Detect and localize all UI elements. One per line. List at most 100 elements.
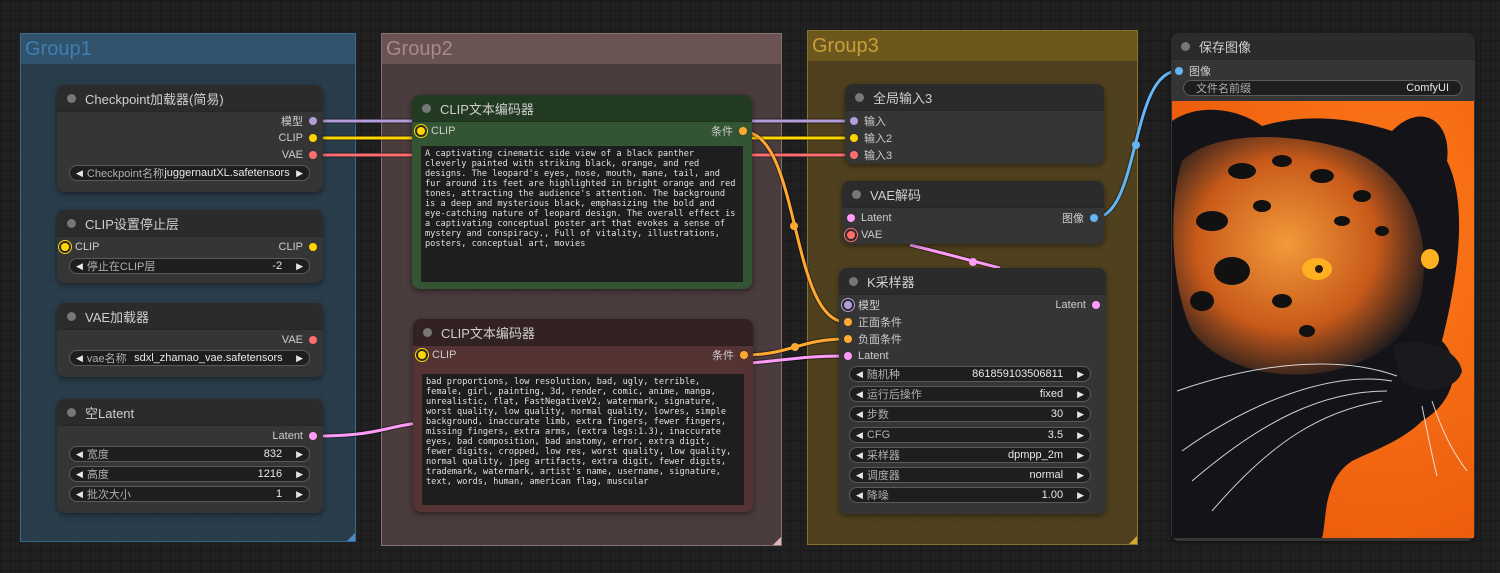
node-title-bar[interactable]: 空Latent [57,399,323,426]
output-slot-conditioning[interactable]: 条件 [711,123,747,139]
output-slot-clip[interactable]: CLIP [279,130,317,146]
conditioning-socket-icon[interactable] [844,318,852,326]
latent-socket-icon[interactable] [844,352,852,360]
negative-prompt-textarea[interactable]: bad proportions, low resolution, bad, ug… [422,374,744,505]
collapse-dot-icon[interactable] [67,218,76,228]
conditioning-socket-icon[interactable] [740,351,748,359]
node-empty-latent[interactable]: 空Latent Latent ◀ 宽度 832 ▶ ◀ 高度 1216 ▶ ◀ … [57,399,323,513]
output-slot-image[interactable]: 图像 [1062,210,1098,226]
arrow-right-icon[interactable]: ▶ [296,168,303,179]
resize-handle[interactable] [1129,536,1137,544]
input-slot-input-1[interactable]: 输入 [850,113,886,129]
width-number[interactable]: ◀ 宽度 832 ▶ [69,446,310,462]
vae-name-combo[interactable]: ◀ vae名称 sdxl_zhamao_vae.safetensors ▶ [69,350,310,366]
arrow-right-icon[interactable]: ▶ [1077,369,1084,380]
arrow-left-icon[interactable]: ◀ [76,168,83,179]
group-title[interactable]: Group3 [808,31,1137,61]
filename-prefix-input[interactable]: 文件名前缀 ComfyUI [1183,80,1462,96]
node-title-bar[interactable]: CLIP文本编码器 [413,319,753,346]
input-slot-input-3[interactable]: 输入3 [850,147,892,163]
arrow-left-icon[interactable]: ◀ [76,261,83,272]
resize-handle[interactable] [773,537,781,545]
group-title[interactable]: Group1 [21,34,355,64]
latent-socket-icon[interactable] [847,214,855,222]
batch-size-number[interactable]: ◀ 批次大小 1 ▶ [69,486,310,502]
input-slot-negative[interactable]: 负面条件 [844,331,902,347]
latent-socket-icon[interactable] [309,432,317,440]
arrow-right-icon[interactable]: ▶ [296,489,303,500]
seed-number[interactable]: ◀ 随机种 861859103506811 ▶ [849,366,1091,382]
group-title[interactable]: Group2 [382,34,781,64]
node-title-bar[interactable]: 保存图像 [1171,33,1475,60]
clip-socket-icon[interactable] [61,243,69,251]
arrow-right-icon[interactable]: ▶ [1077,389,1084,400]
latent-socket-icon[interactable] [1092,301,1100,309]
arrow-left-icon[interactable]: ◀ [856,409,863,420]
arrow-right-icon[interactable]: ▶ [296,261,303,272]
collapse-dot-icon[interactable] [67,407,76,417]
steps-number[interactable]: ◀ 步数 30 ▶ [849,406,1091,422]
output-slot-conditioning[interactable]: 条件 [712,347,748,363]
clip-socket-icon[interactable] [418,351,426,359]
node-title-bar[interactable]: VAE加载器 [57,303,323,330]
arrow-left-icon[interactable]: ◀ [76,353,83,364]
node-clip-text-encode-positive[interactable]: CLIP文本编码器 CLIP 条件 A captivating cinemati… [412,95,752,289]
output-slot-vae[interactable]: VAE [282,147,317,163]
input-slot-vae[interactable]: VAE [847,227,882,243]
input-slot-latent[interactable]: Latent [847,210,892,226]
collapse-dot-icon[interactable] [1181,41,1190,51]
positive-prompt-textarea[interactable]: A captivating cinematic side view of a b… [421,146,743,282]
arrow-right-icon[interactable]: ▶ [296,449,303,460]
vae-socket-icon[interactable] [309,151,317,159]
node-title-bar[interactable]: CLIP文本编码器 [412,95,752,122]
arrow-left-icon[interactable]: ◀ [856,490,863,501]
output-slot-latent[interactable]: Latent [1055,297,1100,313]
conditioning-socket-icon[interactable] [844,335,852,343]
arrow-left-icon[interactable]: ◀ [76,449,83,460]
input-slot-clip[interactable]: CLIP [418,347,456,363]
image-socket-icon[interactable] [1175,67,1183,75]
node-vae-loader[interactable]: VAE加载器 VAE ◀ vae名称 sdxl_zhamao_vae.safet… [57,303,323,377]
clip-socket-icon[interactable] [309,134,317,142]
reroute-dot[interactable] [790,222,798,230]
output-image-preview[interactable] [1172,101,1474,538]
model-socket-icon[interactable] [844,301,852,309]
clip-socket-icon[interactable] [309,243,317,251]
node-title-bar[interactable]: Checkpoint加载器(简易) [57,85,323,112]
arrow-right-icon[interactable]: ▶ [1077,470,1084,481]
arrow-right-icon[interactable]: ▶ [296,469,303,480]
arrow-right-icon[interactable]: ▶ [1077,430,1084,441]
reroute-dot[interactable] [791,343,799,351]
model-socket-icon[interactable] [850,117,858,125]
vae-socket-icon[interactable] [850,151,858,159]
output-slot-vae[interactable]: VAE [282,332,317,348]
node-title-bar[interactable]: CLIP设置停止层 [57,210,323,237]
clip-socket-icon[interactable] [850,134,858,142]
checkpoint-name-combo[interactable]: ◀ Checkpoint名称 juggernautXL.safetensors … [69,165,310,181]
arrow-left-icon[interactable]: ◀ [856,389,863,400]
input-slot-image[interactable]: 图像 [1175,63,1211,79]
conditioning-socket-icon[interactable] [739,127,747,135]
collapse-dot-icon[interactable] [67,93,76,103]
node-save-image[interactable]: 保存图像 图像 文件名前缀 ComfyUI [1171,33,1475,541]
control-after-generate-combo[interactable]: ◀ 运行后操作 fixed ▶ [849,386,1091,402]
denoise-number[interactable]: ◀ 降噪 1.00 ▶ [849,487,1091,503]
output-slot-latent[interactable]: Latent [272,428,317,444]
arrow-right-icon[interactable]: ▶ [1077,490,1084,501]
arrow-left-icon[interactable]: ◀ [856,450,863,461]
resize-handle[interactable] [347,533,355,541]
node-vae-decode[interactable]: VAE解码 Latent VAE 图像 [842,181,1104,244]
vae-socket-icon[interactable] [847,231,855,239]
arrow-right-icon[interactable]: ▶ [1077,450,1084,461]
collapse-dot-icon[interactable] [849,276,858,286]
collapse-dot-icon[interactable] [852,189,861,199]
node-ksampler[interactable]: K采样器 模型 正面条件 负面条件 Latent Latent ◀ 随机种 86… [839,268,1106,514]
stop-at-clip-layer-number[interactable]: ◀ 停止在CLIP层 -2 ▶ [69,258,310,274]
arrow-left-icon[interactable]: ◀ [76,469,83,480]
node-clip-text-encode-negative[interactable]: CLIP文本编码器 CLIP 条件 bad proportions, low r… [413,319,753,512]
node-title-bar[interactable]: 全局输入3 [845,84,1104,111]
cfg-number[interactable]: ◀ CFG 3.5 ▶ [849,427,1091,443]
arrow-left-icon[interactable]: ◀ [856,369,863,380]
image-socket-icon[interactable] [1090,214,1098,222]
model-socket-icon[interactable] [309,117,317,125]
